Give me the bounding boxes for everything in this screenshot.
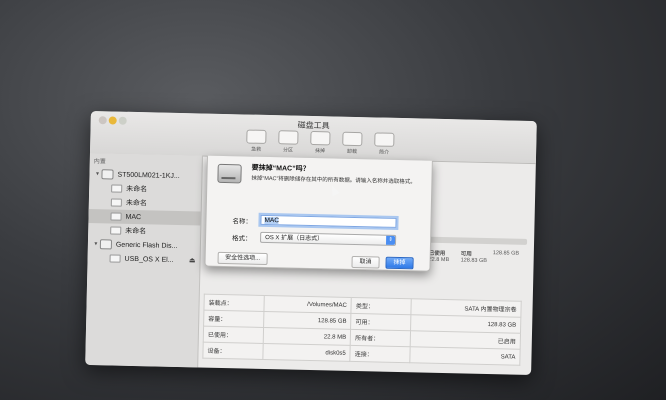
unmount-icon xyxy=(342,131,363,147)
name-field[interactable]: MAC xyxy=(260,214,397,228)
info-key: 容量： xyxy=(203,310,264,328)
volume-icon xyxy=(110,212,122,221)
hard-disk-icon xyxy=(217,163,242,184)
info-key: 可用： xyxy=(350,313,411,331)
info-label: 简介 xyxy=(378,149,390,156)
usb-disk-icon xyxy=(99,239,113,250)
sidebar-item-label: 未命名 xyxy=(126,185,148,194)
used-stat-value: 22.8 MB xyxy=(428,256,450,264)
unmount-label: 卸载 xyxy=(346,148,358,156)
sidebar-item-usb-volume[interactable]: USB_OS X El... ⏏ xyxy=(87,251,199,268)
info-value: disk0s5 xyxy=(262,343,351,362)
sidebar-item-label: USB_OS X El... xyxy=(124,255,174,264)
volume-icon xyxy=(110,226,122,235)
erase-dialog: 要抹掉“MAC”吗？ 抹掉“MAC”将删除储存在其中的所有数据。请输入名称并选取… xyxy=(204,155,433,272)
total-stat-value: 128.85 GB xyxy=(492,250,520,257)
disk-utility-window: 磁盘工具 急救 分区 抹掉 卸载 简介 内置 ▼ ST500LM021-1KJ.… xyxy=(85,110,537,376)
erase-icon xyxy=(310,130,331,146)
erase-toolbar-button[interactable]: 抹掉 xyxy=(308,130,333,155)
sidebar-item-label: Generic Flash Dis... xyxy=(115,241,178,250)
info-button[interactable]: 简介 xyxy=(372,132,397,156)
used-stat: 已使用 22.8 MB xyxy=(429,249,450,263)
name-label: 名称： xyxy=(232,218,253,226)
info-key: 连接： xyxy=(350,345,410,363)
partition-icon xyxy=(278,130,299,145)
format-select[interactable]: OS X 扩展（日志式） ⇕ xyxy=(259,231,397,246)
hard-disk-icon xyxy=(101,169,114,180)
erase-button[interactable]: 抹掉 xyxy=(385,256,414,270)
toolbar: 急救 分区 抹掉 卸载 简介 xyxy=(244,129,397,156)
select-arrows-icon: ⇕ xyxy=(385,235,396,245)
first-aid-label: 急救 xyxy=(251,146,262,153)
disclosure-triangle-icon[interactable]: ▼ xyxy=(93,171,101,177)
dialog-description: 抹掉“MAC”将删除储存在其中的所有数据。请输入名称并选取格式。 xyxy=(251,175,416,186)
info-key: 已使用： xyxy=(203,326,264,344)
sidebar: 内置 ▼ ST500LM021-1KJ... 未命名 未命名 MAC 未命名 ▼… xyxy=(85,152,203,368)
first-aid-button[interactable]: 急救 xyxy=(244,129,269,153)
volume-icon xyxy=(111,184,123,193)
info-value: 128.85 GB xyxy=(263,311,352,330)
volume-info-table: 装载点： /Volumes/MAC 类型： SATA 内置物理宗卷 容量： 12… xyxy=(202,293,522,366)
sidebar-item-label: 未命名 xyxy=(125,199,147,208)
partition-label: 分区 xyxy=(283,147,294,154)
available-stat-value: 128.83 GB xyxy=(460,257,488,264)
sidebar-item-label: ST500LM021-1KJ... xyxy=(117,171,180,180)
sidebar-item-label: 未命名 xyxy=(125,227,147,236)
volume-icon xyxy=(109,254,121,263)
info-icon xyxy=(374,132,395,147)
format-select-value: OS X 扩展（日志式） xyxy=(265,234,324,243)
security-options-button[interactable]: 安全性选项... xyxy=(217,251,268,266)
cancel-button[interactable]: 取消 xyxy=(351,255,380,269)
disclosure-triangle-icon[interactable]: ▼ xyxy=(92,241,100,247)
eject-icon[interactable]: ⏏ xyxy=(189,256,196,264)
info-key: 所有者： xyxy=(350,329,411,347)
sidebar-item-label: MAC xyxy=(125,213,142,221)
volume-icon xyxy=(110,198,122,207)
info-key: 类型： xyxy=(351,297,412,315)
dialog-title: 要抹掉“MAC”吗？ xyxy=(251,164,310,173)
format-label: 格式： xyxy=(231,235,252,243)
first-aid-icon xyxy=(246,129,267,144)
info-value: SATA xyxy=(409,346,521,366)
unmount-button[interactable]: 卸载 xyxy=(340,131,365,156)
info-key: 设备： xyxy=(202,342,263,360)
partition-button[interactable]: 分区 xyxy=(276,130,301,154)
info-key: 装载点： xyxy=(203,294,264,312)
total-stat: 128.85 GB xyxy=(493,250,519,257)
info-value: 22.8 MB xyxy=(262,327,351,346)
erase-label: 抹掉 xyxy=(315,148,326,155)
info-value: /Volumes/MAC xyxy=(263,295,352,314)
name-field-value: MAC xyxy=(264,216,280,225)
available-stat: 可用 128.83 GB xyxy=(461,249,488,264)
